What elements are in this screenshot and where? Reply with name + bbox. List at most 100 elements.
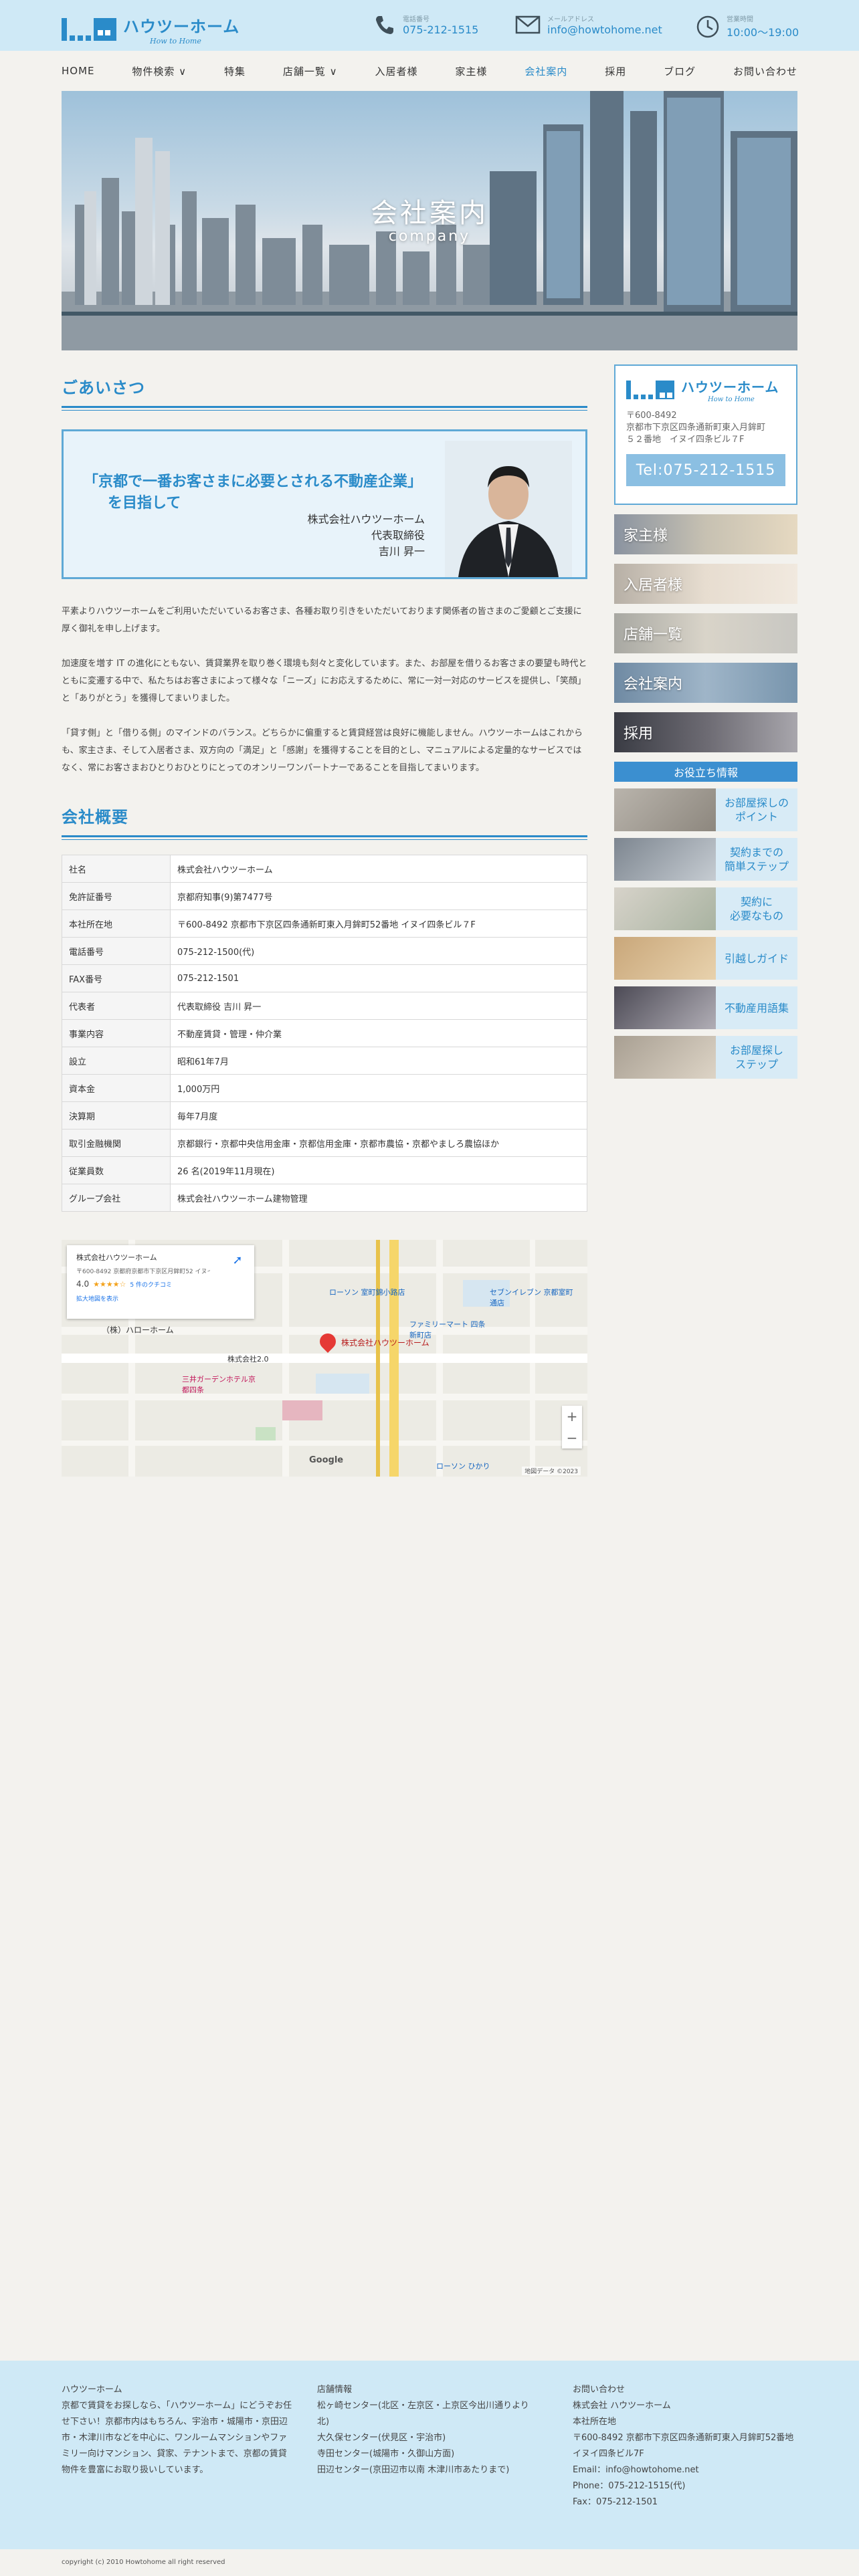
row-key: 電話番号: [62, 937, 171, 965]
logo-text: ハウツーホーム: [123, 17, 240, 36]
row-value: 毎年7月度: [170, 1101, 587, 1130]
row-key: 決算期: [62, 1101, 171, 1130]
guide-label: ポイント: [735, 811, 778, 823]
sidebar-company-card: ハウツーホーム How to Home 〒600-8492 京都市下京区四条通新…: [614, 364, 797, 505]
row-value: 1,000万円: [170, 1074, 587, 1102]
nav-company[interactable]: 会社案内: [524, 64, 567, 78]
ceo-photo: [445, 441, 572, 577]
footer-contact-title: お問い合わせ: [573, 2385, 626, 2395]
footer-contact-line: 本社所在地: [573, 2417, 617, 2427]
row-value: 075-212-1500(代): [170, 937, 587, 965]
row-key: 取引金融機関: [62, 1129, 171, 1157]
map-larger-link[interactable]: 拡大地図を表示: [76, 1294, 245, 1303]
nav-features[interactable]: 特集: [224, 64, 246, 78]
nav-home[interactable]: HOME: [62, 65, 95, 77]
guide-label: ステップ: [735, 1058, 778, 1071]
table-row: 事業内容 不動産賃貸・管理・仲介業: [62, 1019, 587, 1047]
guide-label: お部屋探しの: [724, 796, 789, 809]
guide-moving[interactable]: 引越しガイド: [614, 937, 797, 980]
nav-property-search[interactable]: 物件検索 ∨: [132, 64, 187, 78]
guide-image: [614, 838, 716, 881]
logo-subtext: How to Home: [150, 37, 201, 45]
address-line: 京都市下京区四条通新町東入月鉾町: [626, 423, 766, 433]
top-header: ハウツーホーム How to Home 電話番号 075-212-1515 メー…: [0, 0, 859, 51]
row-value: 不動産賃貸・管理・仲介業: [170, 1019, 587, 1047]
footer-store-link[interactable]: 寺田センター(城陽市・久御山方面): [317, 2446, 538, 2462]
banner-stores[interactable]: 店舗一覧: [614, 613, 797, 653]
footer-store-link[interactable]: 松ヶ崎センター(北区・左京区・上京区今出川通りより北): [317, 2398, 538, 2430]
sidebar-tel-button[interactable]: Tel:075-212-1515: [626, 454, 785, 486]
banner-recruit[interactable]: 採用: [614, 712, 797, 752]
footer-store-link[interactable]: 大久保センター(伏見区・宇治市): [317, 2430, 538, 2446]
banner-owners[interactable]: 家主様: [614, 514, 797, 554]
footer-store-link[interactable]: 田辺センター(京田辺市以南 木津川市あたりまで): [317, 2462, 538, 2478]
mail-label: メールアドレス: [547, 16, 594, 23]
mail-address: info@howtohome.net: [547, 23, 662, 36]
google-map[interactable]: 株式会社ハウツーホーム 〒600-8492 京都府京都市下京区月鉾町52 イヌイ…: [62, 1240, 587, 1477]
zoom-in-button[interactable]: +: [562, 1406, 582, 1427]
sidebar-address: 〒600-8492 京都市下京区四条通新町東入月鉾町 ５２番地 イヌイ四条ビル７…: [626, 410, 785, 446]
nav-contact[interactable]: お問い合わせ: [733, 64, 797, 78]
sidebar-logo-subtext: How to Home: [708, 396, 755, 403]
sidebar-logo: ハウツーホーム How to Home: [626, 377, 785, 403]
map-popup-address: 〒600-8492 京都府京都市下京区月鉾町52 イヌイ四条ビル 7F: [76, 1269, 210, 1275]
map-zoom-control: + −: [562, 1406, 582, 1448]
guide-room-search-steps[interactable]: お部屋探し ステップ: [614, 1036, 797, 1079]
footer-stores: 店舗情報 松ヶ崎センター(北区・左京区・上京区今出川通りより北) 大久保センター…: [317, 2382, 538, 2478]
map-google-logo: Google: [309, 1455, 344, 1465]
row-key: 設立: [62, 1047, 171, 1075]
row-value: 〒600-8492 京都市下京区四条通新町東入月鉾町52番地 イヌイ四条ビル７F: [170, 909, 587, 938]
table-row: 電話番号 075-212-1500(代): [62, 937, 587, 965]
mail-icon: [515, 15, 541, 34]
table-row: 取引金融機関 京都銀行・京都中央信用金庫・京都信用金庫・京都市農協・京都やましろ農…: [62, 1129, 587, 1157]
clock-icon: [696, 15, 719, 37]
footer-phone[interactable]: Phone：075-212-1515(代): [573, 2478, 797, 2494]
nav-stores[interactable]: 店舗一覧 ∨: [283, 64, 338, 78]
row-key: 従業員数: [62, 1156, 171, 1184]
site-logo[interactable]: ハウツーホーム How to Home: [62, 13, 240, 45]
guide-label: 契約までの: [729, 846, 783, 859]
page: ハウツーホーム How to Home 電話番号 075-212-1515 メー…: [0, 0, 859, 2576]
nav-owners[interactable]: 家主様: [455, 64, 487, 78]
sign-title: 代表取締役: [371, 529, 425, 542]
footer-contact-line: 〒600-8492 京都市下京区四条通新町東入月鉾町52番地 イヌイ四条ビル7F: [573, 2433, 794, 2459]
table-row: 資本金 1,000万円: [62, 1074, 587, 1102]
footer: ハウツーホーム 京都で賃貸をお探しなら、「ハウツーホーム」にどうぞお任せ下さい！…: [0, 2361, 859, 2549]
zoom-out-button[interactable]: −: [562, 1427, 582, 1448]
phone-label: 電話番号: [403, 16, 430, 23]
row-value: 京都銀行・京都中央信用金庫・京都信用金庫・京都市農協・京都やましろ農協ほか: [170, 1129, 587, 1157]
logo-mark-icon: [62, 18, 116, 41]
banner-label: 会社案内: [624, 676, 683, 693]
directions-icon[interactable]: ➚: [230, 1253, 245, 1268]
header-phone[interactable]: 電話番号 075-212-1515: [373, 13, 478, 36]
guide-contract-requirements[interactable]: 契約に 必要なもの: [614, 887, 797, 930]
footer-about-title: ハウツーホーム: [62, 2385, 122, 2395]
guide-room-search-points[interactable]: お部屋探しの ポイント: [614, 788, 797, 831]
map-reviews-link[interactable]: 5 件のクチコミ: [130, 1280, 172, 1289]
guide-label: お部屋探し: [729, 1044, 783, 1057]
nav-recruit[interactable]: 採用: [605, 64, 626, 78]
banner-company[interactable]: 会社案内: [614, 663, 797, 703]
table-row: 設立 昭和61年7月: [62, 1047, 587, 1075]
table-row: 本社所在地 〒600-8492 京都市下京区四条通新町東入月鉾町52番地 イヌイ四…: [62, 909, 587, 938]
banner-tenants[interactable]: 入居者様: [614, 564, 797, 604]
guide-contract-steps[interactable]: 契約までの 簡単ステップ: [614, 838, 797, 881]
footer-email[interactable]: Email：info@howtohome.net: [573, 2462, 797, 2478]
nav-tenants[interactable]: 入居者様: [375, 64, 418, 78]
footer-about: ハウツーホーム 京都で賃貸をお探しなら、「ハウツーホーム」にどうぞお任せ下さい！…: [62, 2382, 293, 2478]
nav-blog[interactable]: ブログ: [664, 64, 696, 78]
map-info-popup[interactable]: 株式会社ハウツーホーム 〒600-8492 京都府京都市下京区月鉾町52 イヌイ…: [67, 1245, 254, 1319]
row-key: グループ会社: [62, 1184, 171, 1212]
guide-image: [614, 887, 716, 930]
header-hours: 営業時間 10:00～19:00: [696, 13, 799, 39]
footer-fax: Fax：075-212-1501: [573, 2497, 658, 2507]
hero-title: 会社案内: [371, 198, 488, 229]
map-popup-title: 株式会社ハウツーホーム: [76, 1253, 157, 1262]
banner-label: 家主様: [624, 528, 668, 544]
guide-glossary[interactable]: 不動産用語集: [614, 986, 797, 1029]
header-mail[interactable]: メールアドレス info@howtohome.net: [515, 13, 662, 36]
footer-stores-title: 店舗情報: [317, 2385, 353, 2395]
address-line: ５２番地 イヌイ四条ビル７F: [626, 435, 745, 445]
address-line: 〒600-8492: [626, 411, 677, 421]
greeting-paragraph-2: 加速度を増す IT の進化にともない、賃貸業界を取り巻く環境も刻々と変化していま…: [62, 659, 587, 704]
